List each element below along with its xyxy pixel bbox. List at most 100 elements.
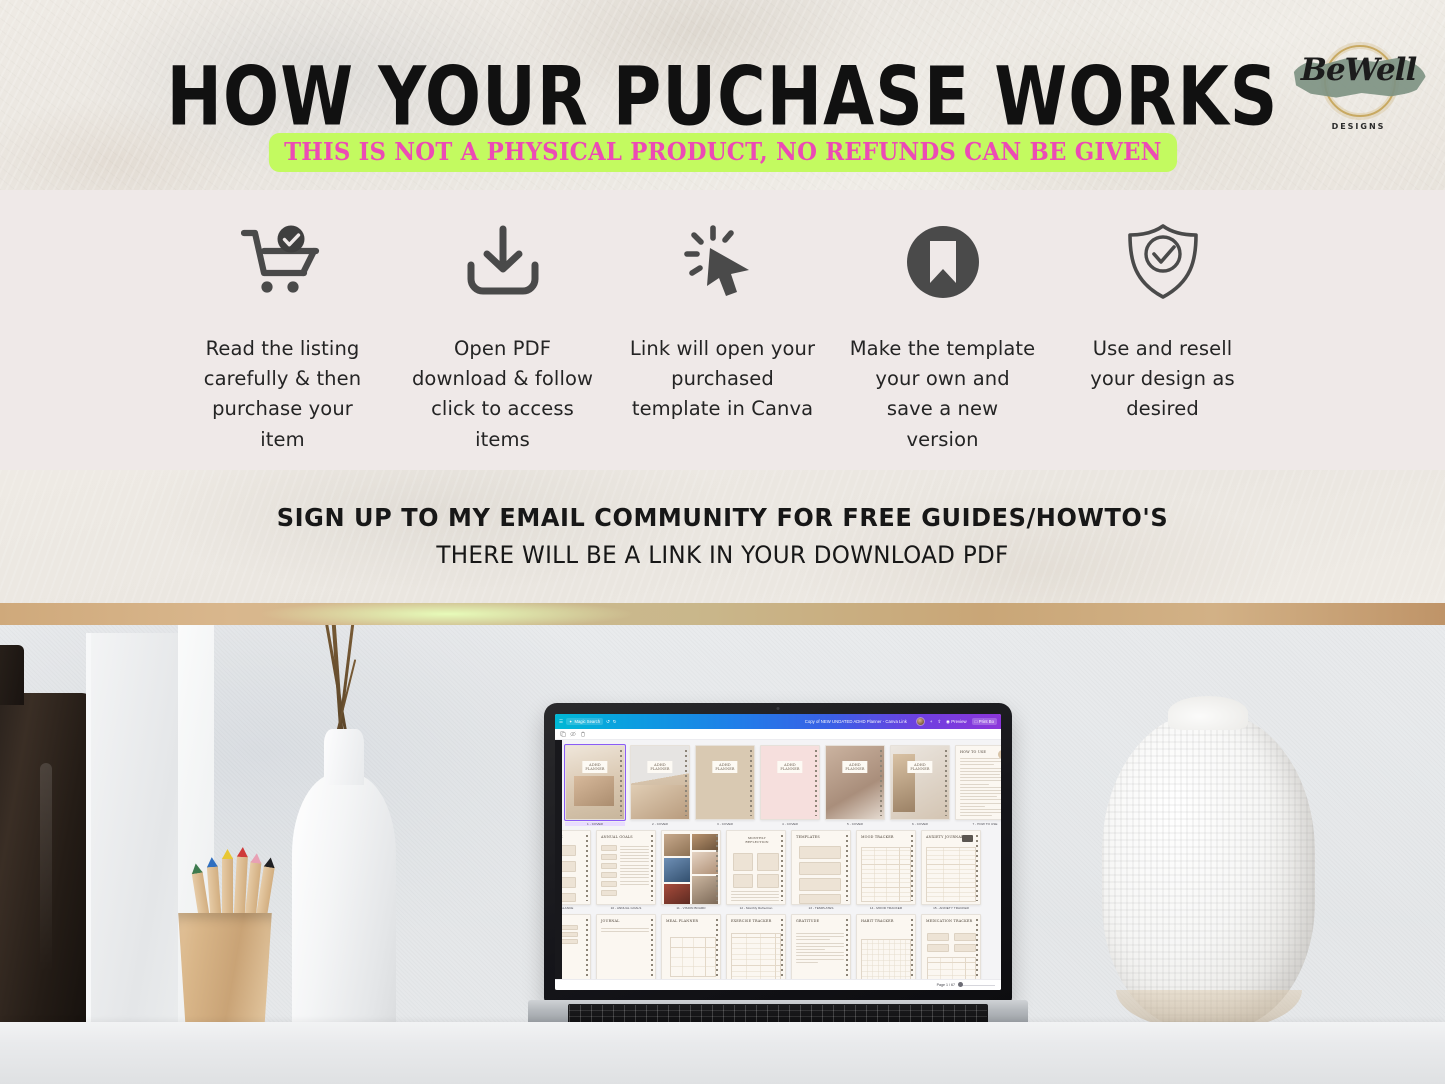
step-1: Read the listing carefully & then purcha…	[190, 214, 376, 455]
zoom-slider[interactable]	[958, 982, 995, 987]
page-heading: ANXIETY JOURNAL	[926, 834, 964, 839]
page-box	[799, 893, 841, 904]
user-avatar[interactable]	[915, 717, 925, 726]
collage-photo	[664, 833, 690, 856]
page-box	[562, 939, 578, 944]
step-2: Open PDF download & follow click to acce…	[410, 214, 596, 455]
webcam-icon	[776, 707, 780, 710]
canva-toolbar: ☰ ✦ Magic Search ↺ ↻ Copy of NEW UNDATED…	[555, 714, 1001, 729]
spiral-binding-icon	[846, 919, 848, 985]
page-thumbnail[interactable]: ADHD PLANNER 5 - COVER	[825, 745, 885, 826]
spiral-binding-icon	[815, 750, 817, 816]
page-heading: MEDICATION TRACKER	[926, 919, 973, 923]
delete-icon[interactable]	[580, 731, 586, 737]
page-thumbnail[interactable]: MONTHLY REFLECTION 12 - Monthly Reflecti…	[726, 829, 786, 910]
page-box	[562, 860, 576, 872]
page-heading: HABIT TRACKER	[861, 919, 894, 923]
collage-photo	[664, 857, 690, 882]
bookmark-circle-icon	[850, 214, 1036, 310]
page-box	[601, 844, 617, 851]
page-card: TEMPLATES	[791, 829, 851, 905]
page-thumbnail[interactable]: AT A GLANCE 9 - AT A GLANCE	[562, 829, 591, 910]
page-row-2: AT A GLANCE 9 - AT A GLANCE	[562, 829, 999, 910]
collage-photo	[692, 833, 718, 850]
spiral-binding-icon	[911, 919, 913, 985]
page-card: MONTHLY REFLECTION	[726, 829, 786, 905]
desk-scene-photo: ☰ ✦ Magic Search ↺ ↻ Copy of NEW UNDATED…	[0, 625, 1445, 1084]
table-grid	[861, 846, 911, 902]
step-5-label: Use and resell your design as desired	[1090, 337, 1235, 421]
page-box	[927, 933, 949, 941]
page-box	[954, 944, 976, 952]
cta-subline: THERE WILL BE A LINK IN YOUR DOWNLOAD PD…	[436, 541, 1009, 569]
page-thumbnail[interactable]: ADHD PLANNER 3 - COVER	[695, 745, 755, 826]
spiral-binding-icon	[976, 834, 978, 901]
spiral-binding-icon	[781, 834, 783, 901]
cta-headline: SIGN UP TO MY EMAIL COMMUNITY FOR FREE G…	[276, 503, 1169, 532]
page-card: ANXIETY JOURNAL	[921, 829, 981, 905]
page-thumbnail[interactable]: ADHD PLANNER 6 - COVER	[890, 745, 950, 826]
cover-photo	[761, 746, 819, 819]
page-body-lines	[620, 845, 649, 887]
page-body-lines	[796, 933, 844, 965]
page-thumbnail[interactable]: ADHD PLANNER 1 - COVER	[564, 744, 626, 826]
zoom-knob[interactable]	[958, 982, 963, 987]
spiral-binding-icon	[750, 750, 752, 816]
page-thumbnail[interactable]: ADHD PLANNER 2 - COVER	[630, 745, 690, 826]
collage-photo	[692, 875, 718, 904]
page-card: MEAL PLANNER	[661, 914, 721, 989]
brand-logo: BeWell DESIGNS	[1286, 42, 1431, 147]
page-label: 7 - HOW TO USE	[972, 821, 998, 826]
preview-button[interactable]: ◉ Preview	[946, 719, 967, 725]
step-4: Make the template your own and save a ne…	[850, 214, 1036, 455]
page-thumbnail[interactable]: ANNUAL GOALS 10 - ANNUAL GOALS	[596, 829, 656, 910]
page-box	[601, 889, 617, 896]
page-thumbnail[interactable]: ADHD PLANNER 4 - COVER	[760, 745, 820, 826]
page-thumbnail[interactable]: ANXIETY JOURNAL 15 - ANXIETY TRACKER	[921, 829, 981, 910]
spiral-binding-icon	[651, 919, 653, 985]
page-label: 4 - COVER	[782, 821, 798, 826]
step-5: Use and resell your design as desired	[1070, 214, 1256, 425]
shield-check-icon	[1070, 214, 1256, 310]
page-thumbnail[interactable]: HOW TO USE 7 - HOW TO USE	[955, 745, 1001, 826]
page-row-1: ADHD PLANNER 1 - COVER ADHD PLANNER 2 - …	[562, 744, 1001, 826]
undo-icon[interactable]: ↺	[606, 719, 610, 725]
page-body-lines	[960, 758, 1001, 819]
canva-status-bar: Page 1 / 67	[555, 979, 1001, 990]
document-title[interactable]: Copy of NEW UNDATED ADHD Planner - Canva…	[805, 719, 907, 724]
page-card: HABIT TRACKER	[856, 914, 916, 989]
page-heading: AT A GLANCE	[562, 835, 563, 839]
email-cta-band: SIGN UP TO MY EMAIL COMMUNITY FOR FREE G…	[0, 470, 1445, 603]
step-3-label: Link will open your purchased template i…	[629, 337, 816, 421]
laptop-keyboard	[568, 1004, 988, 1024]
page-heading: HOW TO USE	[960, 750, 987, 754]
page-box	[799, 877, 841, 891]
page-body-lines	[731, 890, 779, 904]
toolbar-right-group: Copy of NEW UNDATED ADHD Planner - Canva…	[805, 717, 997, 726]
page-heading: MONTHLY REFLECTION	[745, 835, 769, 844]
page-card	[661, 829, 721, 905]
redo-icon[interactable]: ↻	[613, 719, 617, 725]
page-heading: EXERCISE TRACKER	[731, 919, 772, 923]
page-label: 13 - TEMPLATES	[808, 906, 834, 910]
page-thumbnail[interactable]: MOOD TRACKER 14 - MOOD TRACKER	[856, 829, 916, 910]
duplicate-icon[interactable]	[560, 731, 566, 737]
magic-search-button[interactable]: ✦ Magic Search	[565, 718, 604, 725]
page-thumbnail-grid[interactable]: ADHD PLANNER 1 - COVER ADHD PLANNER 2 - …	[562, 740, 1001, 990]
share-icon[interactable]: ⇧	[937, 719, 941, 725]
page-heading: GRATITUDE	[796, 919, 820, 923]
page-thumbnail[interactable]: TEMPLATES 13 - TEMPLATES	[791, 829, 851, 910]
page-box	[757, 873, 779, 888]
page-thumbnail[interactable]: 11 - VISION BOARD	[661, 829, 721, 910]
canva-left-rail[interactable]	[555, 740, 562, 990]
page-box	[733, 852, 753, 871]
spiral-binding-icon	[651, 834, 653, 901]
hide-page-icon[interactable]	[570, 731, 576, 737]
preview-label: Preview	[951, 719, 967, 724]
print-button[interactable]: □ Print Bo	[971, 718, 997, 725]
sparkle-icon: ✦	[568, 719, 573, 724]
plus-icon[interactable]: +	[930, 719, 933, 724]
canva-home-icon[interactable]: ☰	[559, 719, 563, 725]
page-title: HOW YOUR PUCHASE WORKS	[166, 49, 1279, 144]
cover-photo	[826, 746, 884, 819]
